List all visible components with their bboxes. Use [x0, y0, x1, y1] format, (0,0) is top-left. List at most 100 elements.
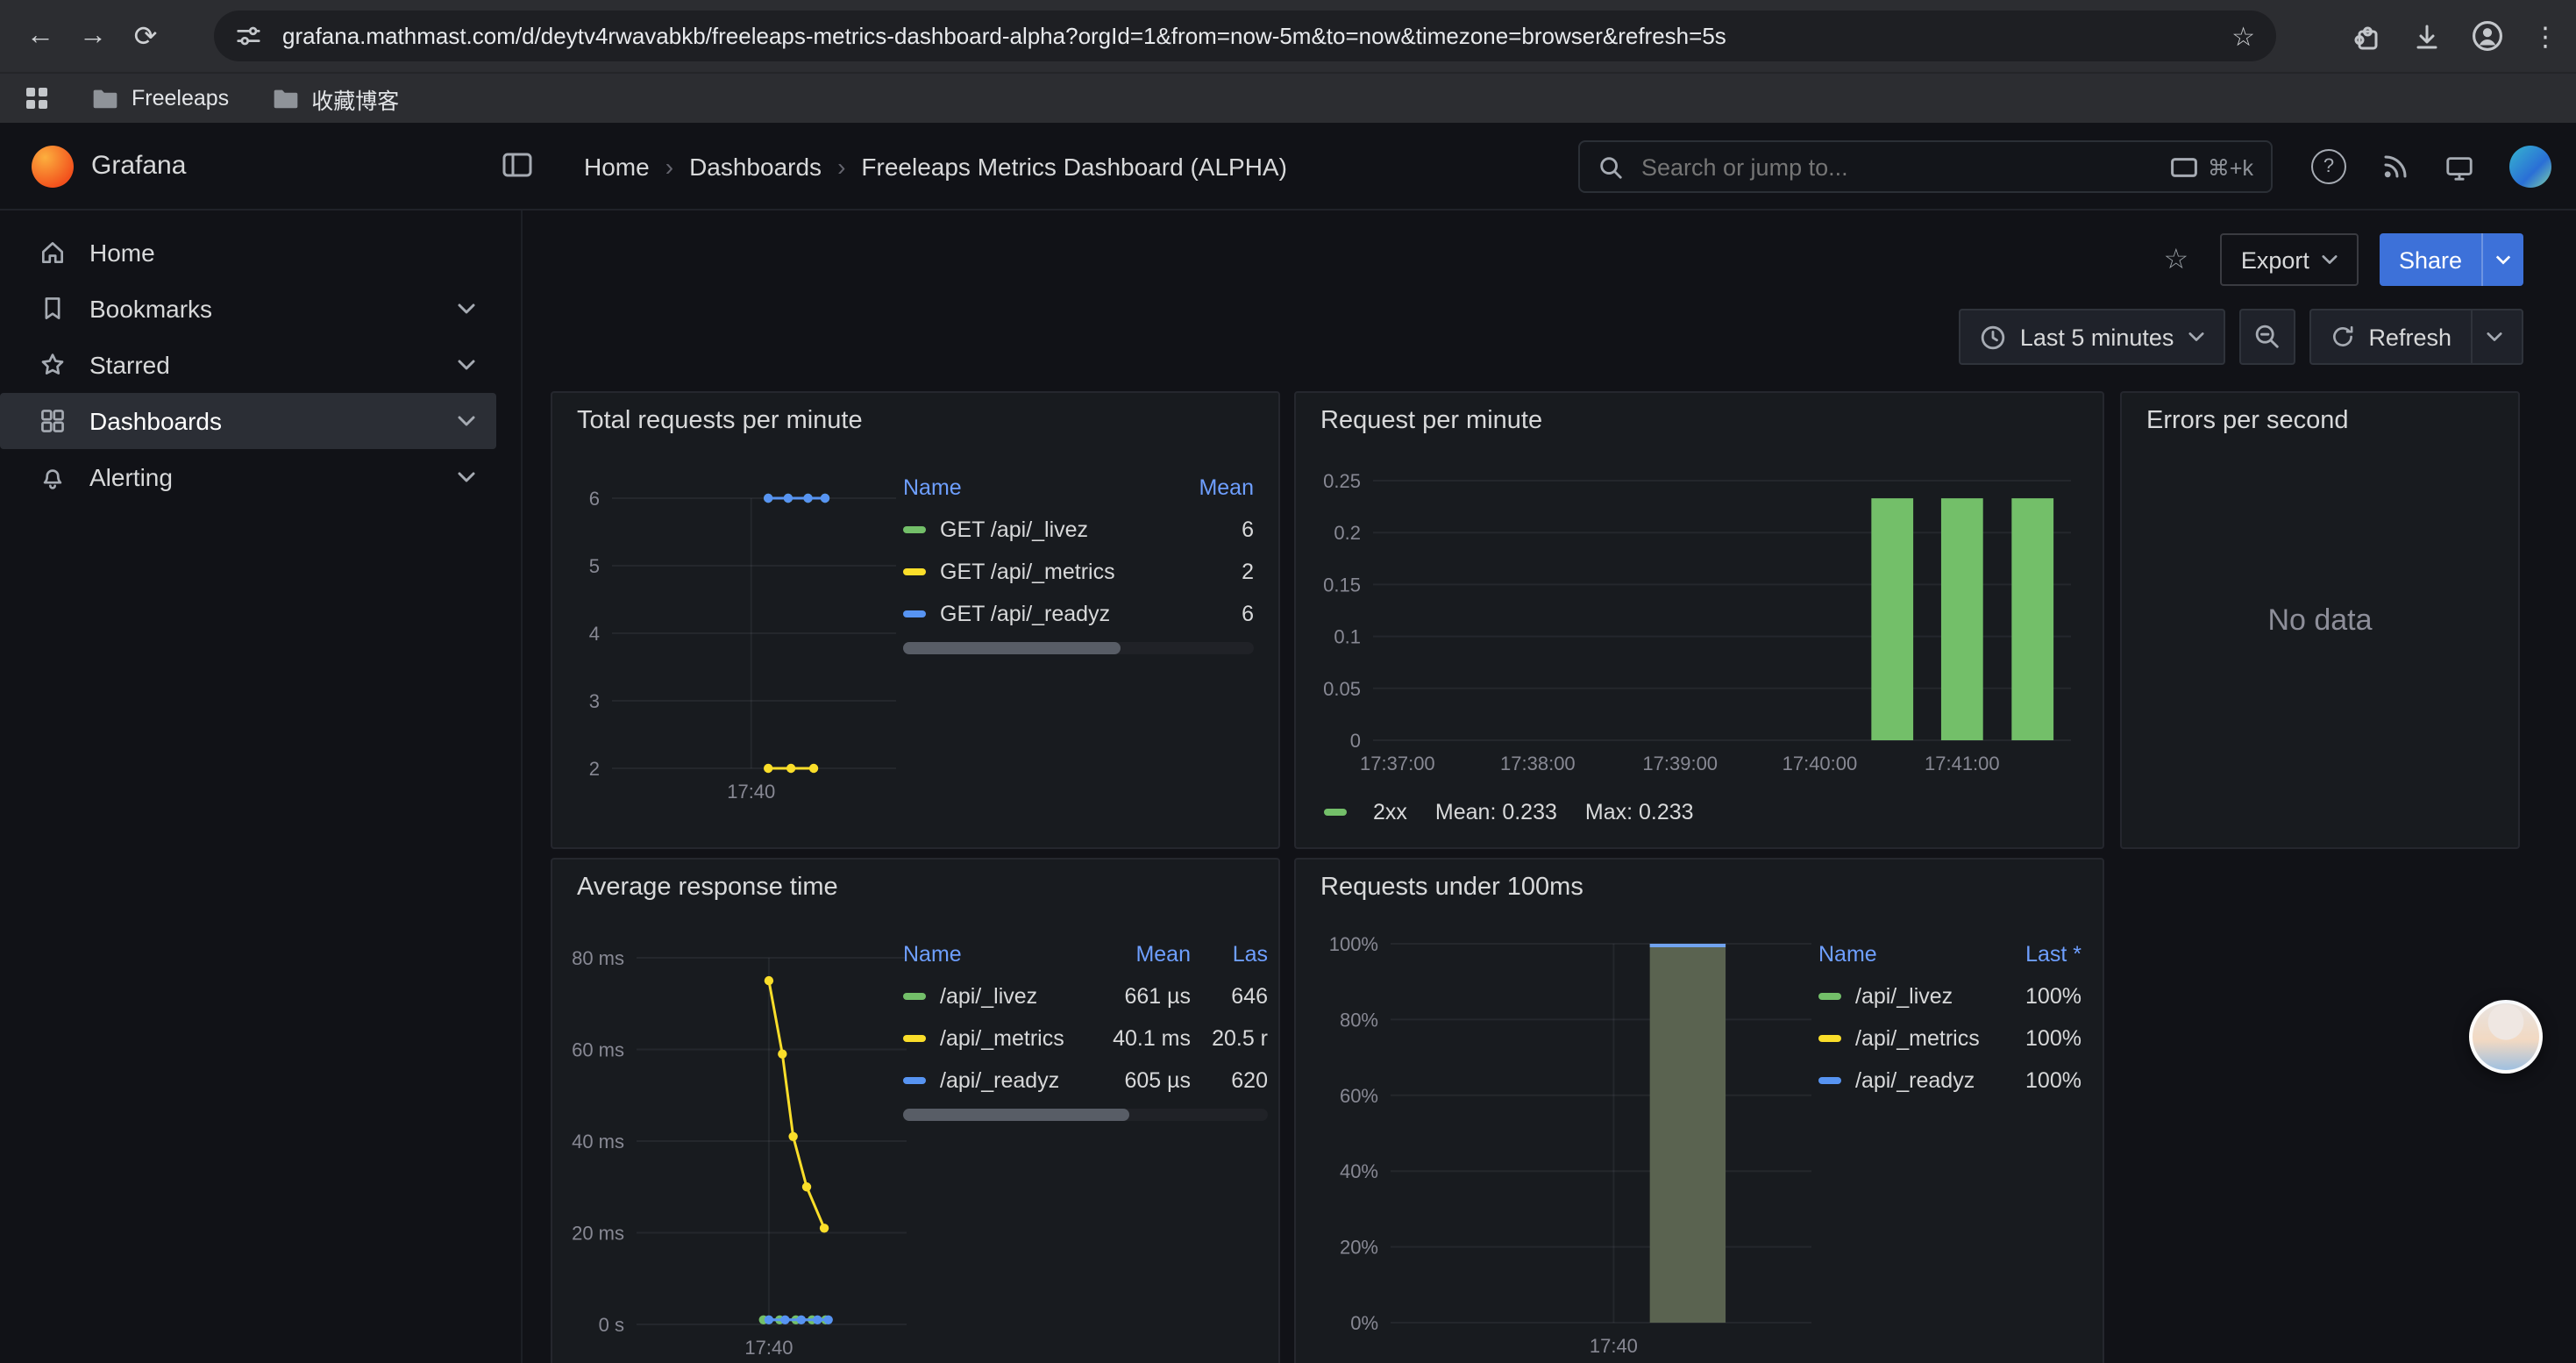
svg-text:17:40: 17:40 [744, 1337, 793, 1359]
scrollbar-thumb[interactable] [903, 1109, 1129, 1121]
legend-max: Max: 0.233 [1585, 800, 1694, 824]
legend-row[interactable]: GET /api/_livez6 [903, 509, 1254, 551]
apps-grid-icon[interactable] [25, 86, 49, 111]
shortcut-hint: ⌘+k [2171, 153, 2253, 180]
clock-icon [1980, 324, 2006, 350]
svg-text:2: 2 [589, 758, 600, 780]
forward-button[interactable]: → [67, 10, 119, 62]
panel-title[interactable]: Requests under 100ms [1296, 860, 2103, 916]
bar-chart[interactable]: 0.250.20.150.10.05017:37:0017:38:0017:39… [1310, 453, 2092, 796]
series-swatch [1324, 809, 1347, 816]
grafana-logo[interactable] [32, 146, 74, 188]
legend-row[interactable]: /api/_readyz100% [1818, 1060, 2081, 1102]
display-icon[interactable] [2444, 152, 2474, 182]
bookmark-item-freeleaps[interactable]: Freeleaps [91, 86, 229, 111]
breadcrumb-home[interactable]: Home [584, 153, 650, 181]
svg-text:17:37:00: 17:37:00 [1360, 753, 1435, 774]
legend-row[interactable]: /api/_metrics100% [1818, 1017, 2081, 1060]
legend-row[interactable]: /api/_livez661 µs646 [903, 975, 1268, 1017]
legend-table[interactable]: NameLast */api/_livez100%/api/_metrics10… [1818, 933, 2081, 1102]
bar-chart[interactable]: 100%80%60%40%20%0%17:40 [1313, 923, 1825, 1363]
panel-errors-per-second: Errors per second No data [2120, 391, 2520, 849]
refresh-interval-chevron[interactable] [2471, 310, 2502, 363]
panel-total-requests-per-minute: Total requests per minute 6543217:40 Nam… [551, 391, 1280, 849]
home-icon [39, 239, 67, 267]
dashboards-icon [39, 407, 67, 435]
chevron-down-icon[interactable] [458, 360, 475, 370]
time-range-picker[interactable]: Last 5 minutes [1959, 309, 2225, 365]
floating-avatar[interactable] [2469, 1000, 2543, 1074]
search-input[interactable] [1638, 152, 2157, 182]
news-rss-icon[interactable] [2381, 153, 2409, 181]
sidebar-item-home[interactable]: Home [0, 225, 496, 281]
bookmarks-bar: Freeleaps 收藏博客 [0, 72, 2576, 123]
bookmark-star-icon[interactable]: ☆ [2231, 20, 2255, 52]
svg-text:0.05: 0.05 [1323, 678, 1361, 700]
bookmark-label: Freeleaps [132, 86, 229, 111]
legend-scrollbar[interactable] [903, 642, 1254, 654]
svg-text:17:41:00: 17:41:00 [1925, 753, 2000, 774]
legend-table[interactable]: NameMeanGET /api/_livez6GET /api/_metric… [903, 467, 1254, 635]
svg-text:0.15: 0.15 [1323, 574, 1361, 596]
back-button[interactable]: ← [14, 10, 67, 62]
sidebar-item-bookmarks[interactable]: Bookmarks [0, 281, 496, 337]
zoom-out-icon [2252, 323, 2281, 351]
url-input[interactable] [279, 21, 2231, 51]
search-box[interactable]: ⌘+k [1578, 140, 2273, 193]
extensions-icon[interactable] [2352, 20, 2383, 52]
panel-requests-under-100ms: Requests under 100ms 100%80%60%40%20%0%1… [1294, 858, 2104, 1363]
share-button[interactable]: Share [2380, 233, 2523, 286]
panel-title[interactable]: Request per minute [1296, 393, 2103, 449]
legend-row[interactable]: /api/_livez100% [1818, 975, 2081, 1017]
scrollbar-thumb[interactable] [903, 642, 1121, 654]
downloads-icon[interactable] [2411, 20, 2443, 52]
line-chart[interactable]: 6543217:40 [563, 456, 914, 838]
breadcrumb-current: Freeleaps Metrics Dashboard (ALPHA) [861, 153, 1287, 181]
app-name: Grafana [91, 151, 186, 181]
legend-row[interactable]: /api/_readyz605 µs620 [903, 1060, 1268, 1102]
legend-table[interactable]: NameMeanLas/api/_livez661 µs646/api/_met… [903, 933, 1268, 1102]
zoom-out-button[interactable] [2238, 309, 2295, 365]
breadcrumb-dashboards[interactable]: Dashboards [689, 153, 822, 181]
refresh-button[interactable]: Refresh [2309, 309, 2523, 365]
share-menu-chevron[interactable] [2481, 233, 2523, 286]
profile-icon[interactable] [2471, 19, 2504, 53]
sidebar-item-starred[interactable]: Starred [0, 337, 496, 393]
bookmark-icon [39, 295, 67, 323]
star-icon [39, 351, 67, 379]
bookmark-label: 收藏博客 [311, 82, 399, 115]
reload-button[interactable]: ⟳ [119, 10, 172, 62]
browser-menu-icon[interactable]: ⋮ [2532, 20, 2558, 52]
no-data-message: No data [2122, 393, 2518, 847]
svg-text:0.1: 0.1 [1334, 626, 1361, 648]
panel-title[interactable]: Average response time [552, 860, 1278, 916]
export-button[interactable]: Export [2220, 233, 2359, 286]
svg-text:6: 6 [589, 488, 600, 510]
svg-text:4: 4 [589, 623, 600, 645]
svg-text:100%: 100% [1329, 933, 1378, 955]
chevron-down-icon[interactable] [458, 416, 475, 426]
legend-row[interactable]: GET /api/_readyz6 [903, 593, 1254, 635]
star-dashboard-icon[interactable]: ☆ [2153, 237, 2199, 282]
svg-text:40 ms: 40 ms [572, 1131, 624, 1152]
sidebar-collapse-icon[interactable] [502, 151, 533, 179]
sidebar-item-dashboards[interactable]: Dashboards [0, 393, 496, 449]
svg-text:20%: 20% [1340, 1237, 1378, 1259]
panel-title[interactable]: Total requests per minute [552, 393, 1278, 449]
site-info-icon[interactable] [235, 23, 261, 49]
legend-inline[interactable]: 2xx Mean: 0.233 Max: 0.233 [1324, 800, 1694, 824]
legend-row[interactable]: GET /api/_metrics2 [903, 551, 1254, 593]
chevron-down-icon[interactable] [458, 303, 475, 314]
chevron-down-icon[interactable] [458, 472, 475, 482]
user-avatar[interactable] [2509, 146, 2551, 188]
line-chart[interactable]: 80 ms60 ms40 ms20 ms0 s17:40 [563, 923, 921, 1363]
svg-text:60%: 60% [1340, 1085, 1378, 1107]
help-icon[interactable]: ? [2311, 149, 2346, 184]
legend-row[interactable]: /api/_metrics40.1 ms20.5 r [903, 1017, 1268, 1060]
address-bar[interactable]: ☆ [214, 11, 2276, 61]
folder-icon [271, 86, 299, 111]
legend-scrollbar[interactable] [903, 1109, 1268, 1121]
screen: ← → ⟳ ☆ ⋮ Freele [0, 0, 2576, 1363]
bookmark-item-blogs[interactable]: 收藏博客 [271, 82, 399, 115]
sidebar-item-alerting[interactable]: Alerting [0, 449, 496, 505]
